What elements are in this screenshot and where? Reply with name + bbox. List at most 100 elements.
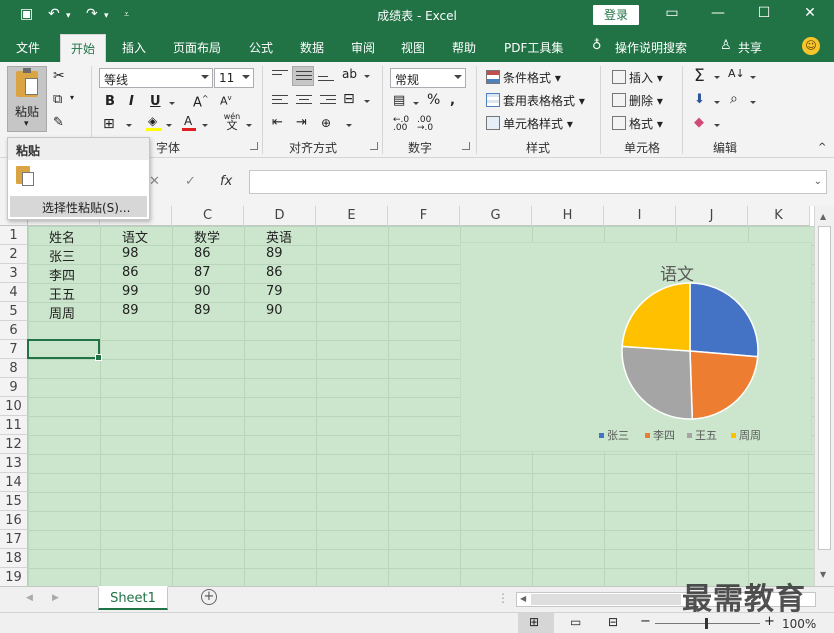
decrease-decimal-icon[interactable]: .00 →.0 (417, 116, 433, 133)
currency-icon[interactable]: ▤ (393, 93, 405, 108)
cut-icon[interactable]: ✂ (53, 68, 65, 84)
percent-icon[interactable]: % (427, 92, 440, 108)
row-header-18[interactable]: 18 (0, 549, 28, 568)
number-format-combo[interactable]: 常规 (390, 68, 466, 88)
row-header-10[interactable]: 10 (0, 397, 28, 416)
underline-dropdown-icon[interactable] (169, 102, 175, 105)
underline-button[interactable]: U (150, 94, 161, 109)
column-header-d[interactable]: D (244, 206, 316, 226)
normal-view-button[interactable]: ⊞ (518, 613, 554, 633)
add-sheet-icon[interactable]: + (201, 589, 217, 605)
scroll-left-icon[interactable]: ◀ (520, 594, 526, 603)
expand-formula-icon[interactable]: ⌄ (814, 176, 822, 187)
table-cell[interactable]: 98 (122, 246, 139, 261)
decrease-font-icon[interactable]: Av (220, 94, 232, 108)
column-header-f[interactable]: F (388, 206, 460, 226)
tab-home[interactable]: 开始 (60, 34, 107, 62)
sort-dropdown-icon[interactable] (750, 76, 756, 79)
scroll-thumb[interactable] (818, 226, 831, 550)
copy-dropdown-icon[interactable]: ▾ (70, 93, 74, 102)
align-bottom-icon[interactable] (318, 72, 334, 84)
align-right-icon[interactable] (320, 95, 336, 107)
zoom-level[interactable]: 100% (782, 617, 816, 631)
row-header-3[interactable]: 3 (0, 264, 28, 283)
zoom-out-icon[interactable]: − (640, 614, 651, 629)
format-cells-button[interactable]: 格式 ▾ (612, 115, 663, 132)
borders-icon[interactable]: ⊞ (103, 116, 115, 132)
align-top-icon[interactable] (272, 70, 288, 82)
row-header-1[interactable]: 1 (0, 226, 28, 245)
merge-center-icon[interactable]: ⊕ (321, 116, 331, 130)
table-cell[interactable]: 86 (122, 265, 139, 280)
delete-cells-button[interactable]: 删除 ▾ (612, 92, 663, 109)
font-size-combo[interactable]: 11 (214, 68, 254, 88)
paste-special-item[interactable]: 选择性粘贴(S)... (10, 196, 147, 217)
sheet-tab-sheet1[interactable]: Sheet1 (98, 586, 168, 610)
row-header-8[interactable]: 8 (0, 359, 28, 378)
active-cell-a7[interactable] (27, 339, 102, 361)
clear-dropdown-icon[interactable] (714, 124, 720, 127)
wrap-dropdown-icon[interactable] (364, 100, 370, 103)
minimize-icon[interactable]: — (708, 5, 728, 21)
restore-icon[interactable]: ☐ (754, 5, 774, 21)
table-cell[interactable]: 王五 (49, 284, 75, 303)
bold-button[interactable]: B (105, 94, 115, 109)
tell-me-search[interactable]: 操作说明搜索 (615, 39, 687, 56)
column-header-i[interactable]: I (604, 206, 676, 226)
align-center-icon[interactable] (296, 95, 312, 107)
conditional-format-button[interactable]: 条件格式 ▾ (486, 69, 561, 86)
tab-view[interactable]: 视图 (401, 39, 425, 56)
table-header-cell[interactable]: 英语 (266, 227, 292, 246)
row-header-6[interactable]: 6 (0, 321, 28, 340)
table-cell[interactable]: 90 (266, 303, 283, 318)
format-painter-icon[interactable]: ✎ (53, 115, 64, 130)
increase-indent-icon[interactable]: ⇥ (296, 115, 307, 130)
smiley-feedback-icon[interactable]: ☺ (802, 37, 820, 55)
font-color-dropdown-icon[interactable] (202, 124, 208, 127)
row-header-17[interactable]: 17 (0, 530, 28, 549)
row-header-11[interactable]: 11 (0, 416, 28, 435)
hscroll-thumb[interactable] (531, 594, 681, 605)
number-launcher-icon[interactable] (462, 142, 470, 150)
table-cell[interactable]: 李四 (49, 265, 75, 284)
table-cell[interactable]: 86 (194, 246, 211, 261)
clear-icon[interactable]: ◆ (694, 115, 704, 130)
wrap-text-icon[interactable]: ⊟ (343, 91, 355, 107)
decrease-indent-icon[interactable]: ⇤ (272, 115, 283, 130)
row-header-9[interactable]: 9 (0, 378, 28, 397)
column-header-e[interactable]: E (316, 206, 388, 226)
increase-font-icon[interactable]: A^ (193, 94, 209, 110)
column-header-k[interactable]: K (748, 206, 810, 226)
collapse-ribbon-icon[interactable]: ^ (818, 142, 826, 153)
borders-dropdown-icon[interactable] (126, 124, 132, 127)
zoom-slider[interactable] (655, 618, 760, 629)
fill-color-icon[interactable]: ◈ (146, 114, 162, 131)
paste-button[interactable]: 粘贴 ▾ (7, 66, 47, 132)
cancel-formula-icon[interactable]: ✕ (149, 174, 160, 189)
format-as-table-button[interactable]: 套用表格格式 ▾ (486, 92, 585, 109)
table-cell[interactable]: 张三 (49, 246, 75, 265)
row-header-2[interactable]: 2 (0, 245, 28, 264)
share-button[interactable]: 共享 (738, 39, 762, 56)
table-cell[interactable]: 86 (266, 265, 283, 280)
italic-button[interactable]: I (129, 94, 134, 109)
close-icon[interactable]: ✕ (800, 5, 820, 21)
formula-input[interactable]: ⌄ (249, 170, 827, 194)
page-layout-view-icon[interactable]: ▭ (570, 615, 581, 629)
comma-style-icon[interactable]: , (450, 93, 455, 108)
phonetic-dropdown-icon[interactable] (246, 124, 252, 127)
align-middle-button[interactable] (292, 66, 314, 86)
font-color-icon[interactable]: A (182, 114, 196, 132)
prev-sheet-icon[interactable]: ◀ (26, 593, 33, 603)
pie-slice-1[interactable] (689, 350, 759, 420)
table-cell[interactable]: 89 (194, 303, 211, 318)
row-header-5[interactable]: 5 (0, 302, 28, 321)
increase-decimal-icon[interactable]: ←.0.00 (393, 116, 409, 133)
ribbon-display-icon[interactable]: ▭ (662, 5, 682, 21)
fill-dropdown-icon[interactable] (714, 101, 720, 104)
table-cell[interactable]: 99 (122, 284, 139, 299)
tab-data[interactable]: 数据 (300, 39, 324, 56)
copy-icon[interactable]: ⧉ (53, 92, 62, 107)
scroll-down-icon[interactable]: ▼ (820, 570, 826, 579)
tab-pdf-tools[interactable]: PDF工具集 (504, 39, 563, 56)
